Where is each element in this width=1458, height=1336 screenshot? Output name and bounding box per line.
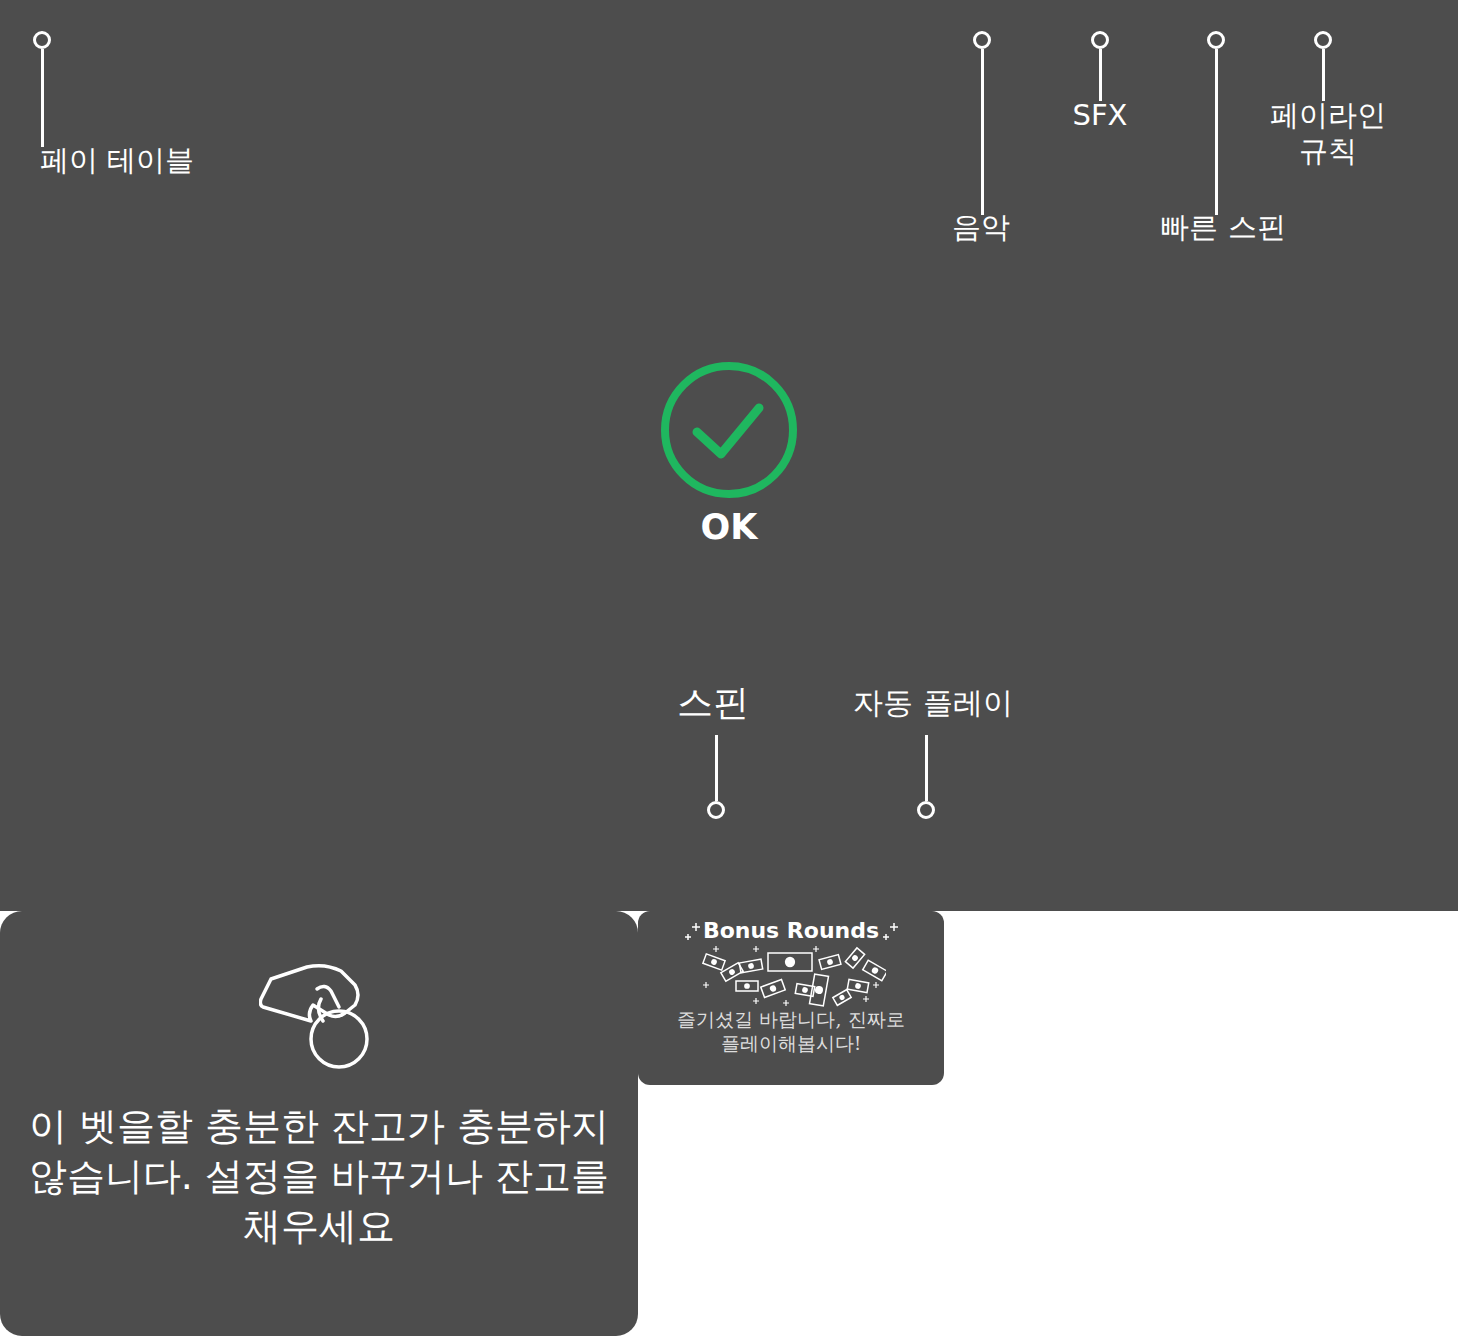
callout-line — [981, 49, 984, 215]
callout-pin — [1314, 31, 1332, 101]
money-bills-icon — [696, 945, 886, 1007]
ok-button[interactable]: OK — [0, 360, 1458, 548]
callout-line — [925, 735, 928, 801]
pin-dot-icon — [33, 31, 51, 49]
pin-dot-icon — [1091, 31, 1109, 49]
ok-label: OK — [701, 506, 758, 548]
pay-table-callout: 페이 테이블 — [40, 142, 194, 178]
callout-line — [715, 735, 718, 801]
music-callout: 음악 — [952, 209, 1010, 245]
callout-line — [1099, 49, 1102, 101]
autoplay-callout: 자동 플레이 — [853, 684, 1013, 722]
callout-pin — [707, 735, 725, 819]
callout-line — [1215, 49, 1218, 215]
sparkle-icon — [881, 922, 899, 940]
callout-pin — [973, 31, 991, 215]
pin-dot-icon — [973, 31, 991, 49]
callout-pin — [33, 31, 51, 147]
bonus-title: Bonus Rounds — [703, 917, 879, 945]
bonus-title-row: Bonus Rounds — [683, 917, 899, 945]
pin-dot-icon — [917, 801, 935, 819]
bonus-rounds-card: Bonus Rounds 즐기셨길 바랍니다, 진짜로 플레이해봅시다! — [638, 911, 944, 1085]
callout-pin — [1091, 31, 1109, 101]
sparkle-icon — [683, 922, 701, 940]
sfx-callout: SFX — [1073, 97, 1128, 133]
pin-dot-icon — [707, 801, 725, 819]
pin-dot-icon — [1207, 31, 1225, 49]
insufficient-balance-card: 이 벳을할 충분한 잔고가 충분하지 않습니다. 설정을 바꾸거나 잔고를 채우… — [0, 911, 638, 1336]
callout-line — [1322, 49, 1325, 101]
callout-pin — [1207, 31, 1225, 215]
callout-pin — [917, 735, 935, 819]
spin-callout: 스핀 — [677, 680, 749, 725]
paylines-callout: 페이라인 규칙 — [1270, 97, 1386, 169]
pin-dot-icon — [1314, 31, 1332, 49]
insufficient-balance-message: 이 벳을할 충분한 잔고가 충분하지 않습니다. 설정을 바꾸거나 잔고를 채우… — [0, 1071, 638, 1251]
help-overlay: 페이 테이블음악 SFX 빠른 스핀 페이라인 규칙스핀 자동 플레이 OK — [0, 0, 1458, 911]
check-circle-icon — [659, 360, 799, 500]
bonus-text: 즐기셨길 바랍니다, 진짜로 플레이해봅시다! — [666, 1007, 916, 1055]
hand-coin-icon — [259, 961, 379, 1071]
quick-spin-callout: 빠른 스핀 — [1160, 209, 1285, 245]
callout-line — [41, 49, 44, 147]
